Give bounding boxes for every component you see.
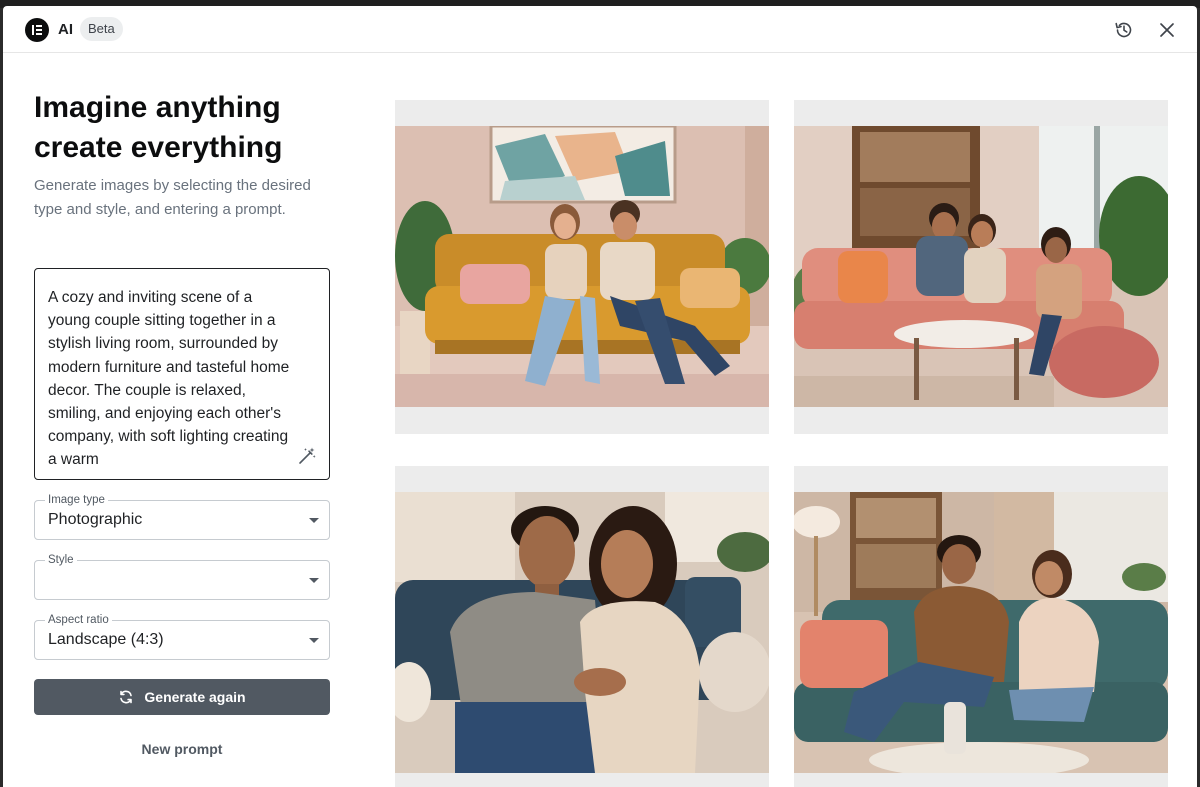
generated-photo-couple-mustard-sofa [395, 126, 769, 407]
history-icon [1115, 22, 1132, 38]
result-image-2[interactable] [794, 100, 1168, 434]
generate-again-button[interactable]: Generate again [34, 679, 330, 715]
generate-again-label: Generate again [144, 689, 246, 705]
ai-modal: AI Beta Imagine anything create everythi… [3, 6, 1197, 787]
modal-header: AI Beta [3, 6, 1197, 53]
aspect-ratio-value: Landscape (4:3) [48, 631, 164, 648]
elementor-logo-icon [25, 18, 49, 42]
generated-photo-friends-pink-sofa [794, 126, 1168, 407]
result-image-3[interactable] [395, 466, 769, 787]
image-type-value: Photographic [48, 511, 143, 528]
result-image-4[interactable] [794, 466, 1168, 787]
generated-photo-couple-blue-sofa [395, 492, 769, 773]
generated-photo-couple-teal-sofa [794, 492, 1168, 773]
chevron-down-icon [309, 638, 319, 643]
magic-wand-icon[interactable] [297, 446, 317, 466]
result-image-1[interactable] [395, 100, 769, 434]
history-button[interactable] [1113, 19, 1135, 41]
style-label: Style [45, 553, 77, 567]
prompt-textarea[interactable]: A cozy and inviting scene of a young cou… [34, 268, 330, 480]
chevron-down-icon [309, 518, 319, 523]
image-type-label: Image type [45, 493, 108, 507]
aspect-ratio-select[interactable]: Aspect ratio Landscape (4:3) [34, 613, 330, 660]
refresh-icon [120, 690, 133, 704]
aspect-ratio-label: Aspect ratio [45, 613, 112, 627]
close-icon [1160, 23, 1174, 37]
chevron-down-icon [309, 578, 319, 583]
style-select[interactable]: Style [34, 553, 330, 600]
new-prompt-link[interactable]: New prompt [34, 741, 330, 757]
image-type-select[interactable]: Image type Photographic [34, 493, 330, 540]
close-button[interactable] [1156, 19, 1178, 41]
app-name: AI [58, 21, 73, 38]
page-description: Generate images by selecting the desired… [34, 177, 311, 218]
prompt-text[interactable]: A cozy and inviting scene of a young cou… [48, 286, 298, 472]
beta-badge: Beta [80, 17, 123, 41]
page-title: Imagine anything create everything [34, 91, 283, 164]
